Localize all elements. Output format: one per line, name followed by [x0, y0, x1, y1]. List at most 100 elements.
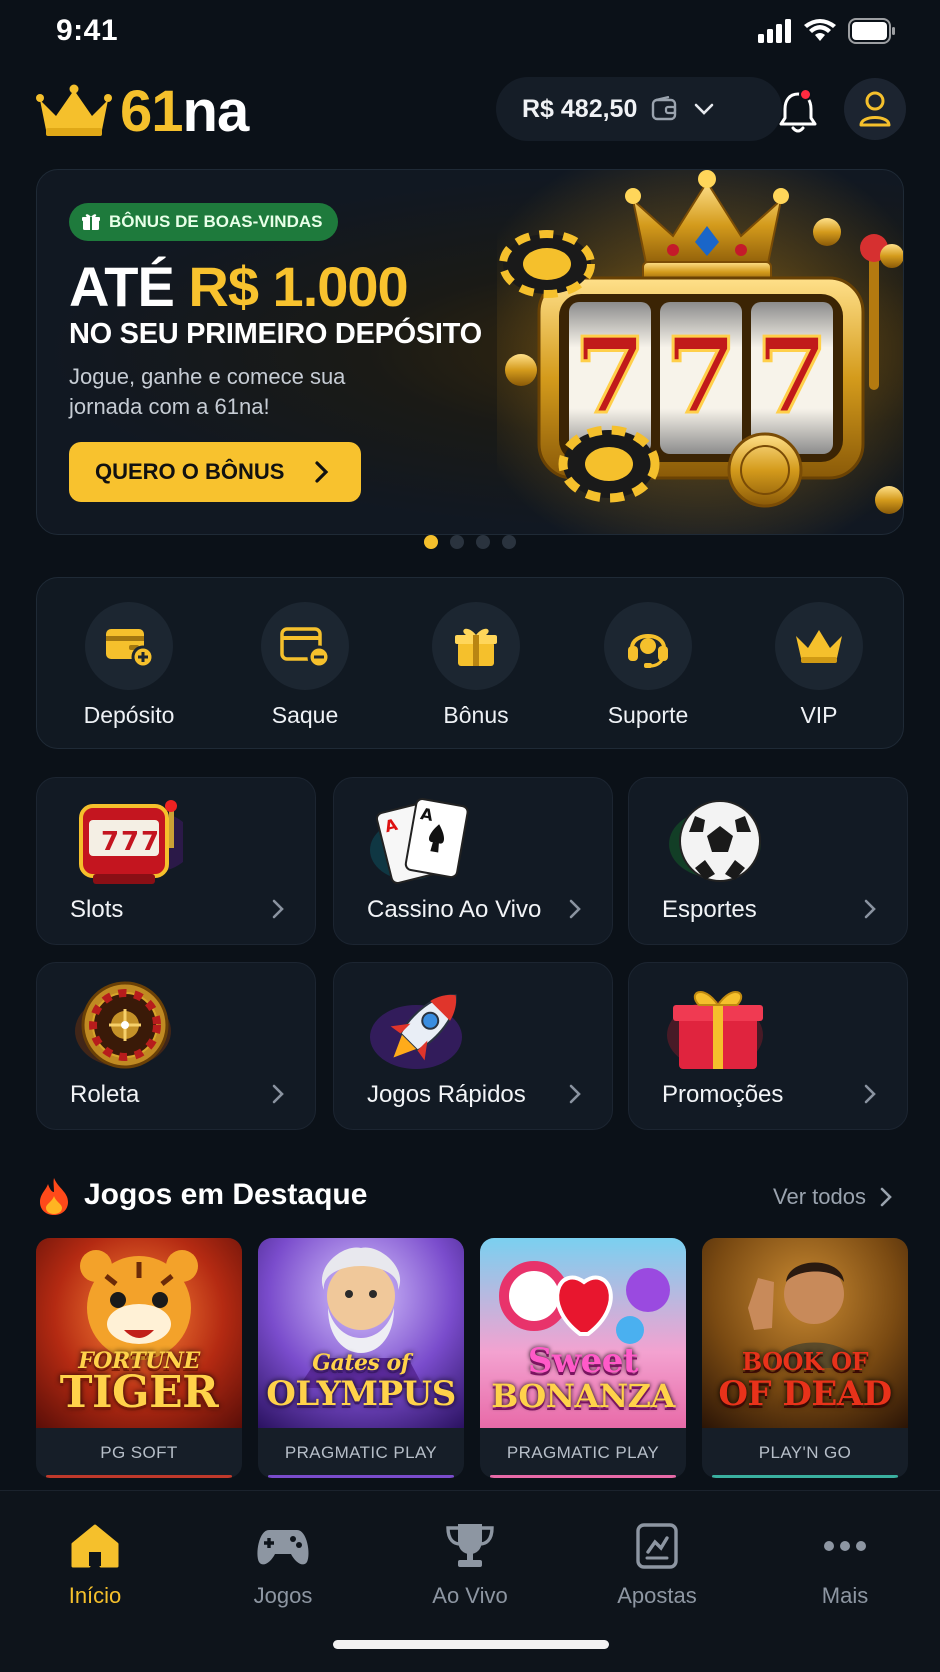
logo[interactable]: 61na: [36, 78, 250, 145]
reel-symbol: 7: [756, 314, 828, 437]
see-all-label: Ver todos: [773, 1184, 866, 1209]
withdraw-label: Saque: [271, 702, 339, 728]
nav-more[interactable]: Mais: [770, 1517, 920, 1609]
support-button[interactable]: Suporte: [578, 602, 718, 729]
gamepad-icon: [257, 1530, 309, 1565]
quick-actions: Depósito Saque Bônus Suporte VIP: [36, 577, 904, 749]
game-card-fortune-tiger[interactable]: FORTUNE TIGER PG SOFT: [36, 1238, 242, 1478]
category-live-casino[interactable]: A A Cassino Ao Vivo: [333, 777, 613, 945]
category-slots[interactable]: 7 7 7 Slots: [36, 777, 316, 945]
playing-cards-icon: A A: [370, 798, 469, 884]
game-thumbnail: FORTUNE TIGER: [36, 1238, 242, 1428]
svg-text:7: 7: [101, 827, 119, 857]
bell-icon: [779, 92, 817, 133]
nav-bets[interactable]: Apostas: [582, 1517, 732, 1609]
nav-label: Mais: [821, 1583, 869, 1608]
rocket-icon: [370, 994, 462, 1069]
home-indicator[interactable]: [333, 1640, 609, 1649]
banner-title-amount: R$ 1.000: [188, 255, 408, 318]
balance-button[interactable]: R$ 482,50: [496, 77, 782, 141]
banner-pagination: [424, 535, 516, 549]
chevron-down-icon: [695, 103, 714, 115]
game-title: Gates of OLYMPUS: [258, 1352, 464, 1414]
category-quick-games[interactable]: Jogos Rápidos: [333, 962, 613, 1130]
pagination-dot[interactable]: [450, 535, 464, 549]
banner-title: ATÉ R$ 1.000: [69, 254, 409, 319]
chevron-right-icon: [864, 1084, 876, 1104]
bonus-cta-button[interactable]: QUERO O BÔNUS: [69, 442, 361, 502]
category-promotions[interactable]: Promoções: [628, 962, 908, 1130]
status-time: 9:41: [56, 14, 119, 47]
support-icon-wrap: [604, 602, 692, 690]
bonus-label: Bônus: [443, 702, 509, 728]
logo-text: 61na: [120, 78, 250, 145]
nav-label: Apostas: [617, 1583, 697, 1608]
balance-amount: R$ 482,50: [522, 94, 638, 123]
nav-home[interactable]: Início: [20, 1517, 170, 1609]
promo-banner[interactable]: BÔNUS DE BOAS-VINDAS ATÉ R$ 1.000 NO SEU…: [36, 169, 904, 535]
notifications-button[interactable]: [770, 84, 826, 140]
home-icon: [71, 1524, 119, 1568]
status-icons: [758, 18, 896, 44]
gift-small-icon: [82, 214, 100, 230]
game-title-line2: BONANZA: [491, 1377, 675, 1415]
svg-text:7: 7: [141, 827, 159, 857]
nav-label: Ao Vivo: [432, 1583, 508, 1608]
vip-icon-wrap: [775, 602, 863, 690]
nav-games[interactable]: Jogos: [208, 1517, 358, 1609]
pagination-dot[interactable]: [476, 535, 490, 549]
banner-title-prefix: ATÉ: [69, 255, 189, 318]
see-all-link[interactable]: Ver todos: [773, 1184, 892, 1210]
nav-icon-wrap: [770, 1517, 920, 1575]
game-provider: PRAGMATIC PLAY: [284, 1443, 438, 1462]
chevron-right-icon: [315, 461, 329, 483]
wallet-icon: [652, 96, 677, 121]
trophy-icon: [446, 1524, 494, 1567]
game-accent-bar: [712, 1475, 898, 1478]
nav-label: Início: [68, 1583, 122, 1608]
signal-icon: [758, 19, 791, 43]
profile-button[interactable]: [844, 78, 906, 140]
game-card-gates-of-olympus[interactable]: Gates of OLYMPUS PRAGMATIC PLAY: [258, 1238, 464, 1478]
wallet-plus-icon: [106, 629, 155, 669]
game-thumbnail: BOOK OF OF DEAD: [702, 1238, 908, 1428]
deposit-label: Depósito: [83, 702, 175, 728]
game-title: Sweet BONANZA: [480, 1344, 686, 1414]
pagination-dot[interactable]: [424, 535, 438, 549]
logo-text-gold: 61: [120, 79, 184, 144]
bonus-button[interactable]: Bônus: [406, 602, 546, 729]
category-label: Roleta: [70, 1081, 140, 1108]
gift-box-icon: [667, 991, 763, 1069]
pagination-dot[interactable]: [502, 535, 516, 549]
notification-badge: [799, 88, 812, 101]
game-card-book-of-dead[interactable]: BOOK OF OF DEAD PLAY'N GO: [702, 1238, 908, 1478]
logo-text-white: na: [182, 79, 250, 144]
nav-live[interactable]: Ao Vivo: [395, 1517, 545, 1609]
game-card-sweet-bonanza[interactable]: Sweet BONANZA PRAGMATIC PLAY: [480, 1238, 686, 1478]
header: 61na R$ 482,50: [36, 74, 906, 145]
cta-label: QUERO O BÔNUS: [95, 459, 285, 484]
category-sports[interactable]: Esportes: [628, 777, 908, 945]
fire-icon: [40, 1178, 68, 1215]
vip-button[interactable]: VIP: [749, 602, 889, 729]
game-provider: PLAY'N GO: [758, 1443, 852, 1462]
nav-icon-wrap: [582, 1517, 732, 1575]
badge-text: BÔNUS DE BOAS-VINDAS: [109, 212, 323, 231]
banner-subtitle: NO SEU PRIMEIRO DEPÓSITO: [69, 318, 482, 350]
slot-machine-icon: 7 7 7: [79, 800, 183, 884]
game-title-line1: Gates of: [312, 1350, 410, 1376]
deposit-button[interactable]: Depósito: [59, 602, 199, 729]
crown-icon: [796, 630, 842, 663]
svg-text:7: 7: [121, 827, 139, 857]
withdraw-icon-wrap: [261, 602, 349, 690]
nav-icon-wrap: [20, 1517, 170, 1575]
ticket-icon: [636, 1523, 678, 1569]
nav-label: Jogos: [253, 1583, 313, 1608]
category-roulette[interactable]: Roleta: [36, 962, 316, 1130]
chevron-right-icon: [864, 899, 876, 919]
bonus-icon-wrap: [432, 602, 520, 690]
category-label: Promoções: [662, 1081, 784, 1108]
roulette-icon: [75, 981, 171, 1069]
withdraw-button[interactable]: Saque: [235, 602, 375, 729]
soccer-ball-icon: [669, 800, 761, 882]
